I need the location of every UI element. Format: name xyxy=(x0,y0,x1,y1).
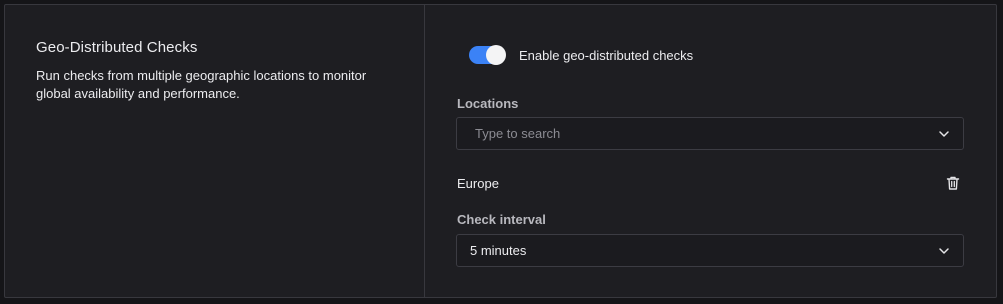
check-interval-label: Check interval xyxy=(457,212,546,227)
chevron-down-icon[interactable] xyxy=(937,244,951,258)
geo-checks-card: Geo-Distributed Checks Run checks from m… xyxy=(4,4,997,298)
check-interval-select[interactable]: 5 minutes xyxy=(456,234,964,267)
section-title: Geo-Distributed Checks xyxy=(36,39,198,56)
enable-toggle-row: Enable geo-distributed checks xyxy=(469,45,694,65)
locations-search-select[interactable]: Type to search xyxy=(456,117,964,150)
enable-geo-checks-toggle[interactable] xyxy=(469,45,506,65)
enable-geo-checks-label: Enable geo-distributed checks xyxy=(519,47,694,63)
location-item-europe: Europe xyxy=(457,173,965,193)
toggle-knob xyxy=(486,45,506,65)
section-description: Run checks from multiple geographic loca… xyxy=(36,68,367,101)
trash-icon[interactable] xyxy=(945,175,961,191)
chevron-down-icon[interactable] xyxy=(937,127,951,141)
locations-search-placeholder: Type to search xyxy=(475,126,561,141)
locations-label: Locations xyxy=(457,96,519,111)
location-name: Europe xyxy=(457,175,499,191)
check-interval-value: 5 minutes xyxy=(470,243,527,258)
settings-panel: Enable geo-distributed checks Locations … xyxy=(425,5,996,297)
section-info-panel: Geo-Distributed Checks Run checks from m… xyxy=(5,5,425,297)
